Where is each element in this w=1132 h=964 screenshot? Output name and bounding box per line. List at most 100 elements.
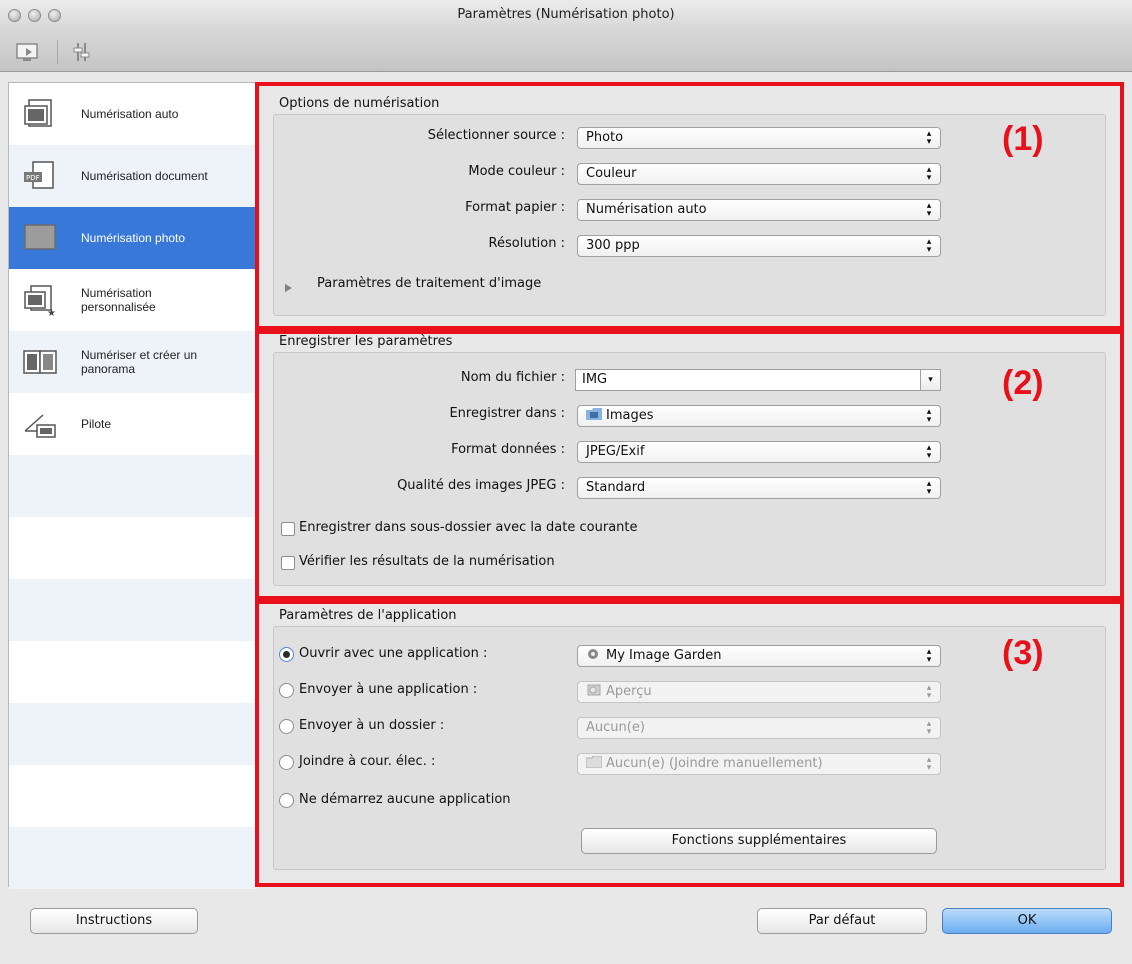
document-scan-icon: PDF xyxy=(24,161,54,189)
check-results-checkbox[interactable] xyxy=(281,556,295,570)
stepper-arrows-icon: ▴ ▾ xyxy=(926,201,932,219)
image-processing-toggle[interactable]: Paramètres de traitement d'image xyxy=(317,276,541,291)
send-to-app-select[interactable]: Aperçu ▴ ▾ xyxy=(577,681,941,703)
filename-value: IMG xyxy=(582,372,608,387)
preview-app-icon xyxy=(587,684,601,696)
no-app-label: Ne démarrez aucune application xyxy=(299,792,511,807)
window-title: Paramètres (Numérisation photo) xyxy=(457,7,675,22)
driver-icon xyxy=(24,414,56,438)
toolbar-separator xyxy=(57,40,58,64)
send-to-folder-radio[interactable] xyxy=(279,719,294,734)
auto-scan-icon xyxy=(24,99,52,127)
source-select[interactable]: Photo ▴ ▾ xyxy=(577,127,941,149)
section-marker-1: (1) xyxy=(1002,120,1044,158)
subfolder-checkbox[interactable] xyxy=(281,522,295,536)
stepper-arrows-icon: ▴ ▾ xyxy=(926,443,932,461)
filename-combobox[interactable]: IMG ▾ xyxy=(575,369,941,391)
section-marker-2: (2) xyxy=(1002,364,1044,402)
sidebar-item-label: Numérisation document xyxy=(81,169,208,183)
stepper-arrows-icon: ▴ ▾ xyxy=(926,129,932,147)
jpeg-quality-value: Standard xyxy=(586,480,646,495)
sidebar-item-label: Numérisation personnalisée xyxy=(81,286,156,314)
paper-size-select[interactable]: Numérisation auto ▴ ▾ xyxy=(577,199,941,221)
defaults-button[interactable]: Par défaut xyxy=(757,908,927,934)
sidebar-stripe xyxy=(9,455,256,517)
pictures-folder-icon xyxy=(586,408,602,420)
sidebar-stripe xyxy=(9,579,256,641)
instructions-button[interactable]: Instructions xyxy=(30,908,198,934)
chevron-down-icon[interactable]: ▾ xyxy=(920,370,940,390)
paper-size-label: Format papier : xyxy=(465,200,565,215)
color-mode-value: Couleur xyxy=(586,166,637,181)
my-image-garden-icon xyxy=(588,649,598,659)
disclosure-triangle-icon[interactable] xyxy=(285,284,292,292)
open-with-app-label: Ouvrir avec une application : xyxy=(299,646,488,661)
sidebar-stripe xyxy=(9,827,256,889)
filename-label: Nom du fichier : xyxy=(460,370,565,385)
check-results-label: Vérifier les résultats de la numérisatio… xyxy=(299,554,555,569)
ok-button[interactable]: OK xyxy=(942,908,1112,934)
color-mode-select[interactable]: Couleur ▴ ▾ xyxy=(577,163,941,185)
sidebar-item-document-scan[interactable]: PDF Numérisation document xyxy=(9,145,256,207)
stepper-arrows-icon: ▴ ▾ xyxy=(926,755,932,773)
stepper-arrows-icon: ▴ ▾ xyxy=(926,237,932,255)
title-bar: Paramètres (Numérisation photo) xyxy=(0,0,1132,30)
jpeg-quality-label: Qualité des images JPEG : xyxy=(397,478,565,493)
sidebar-item-photo-scan[interactable]: Numérisation photo xyxy=(9,207,256,269)
stepper-arrows-icon: ▴ ▾ xyxy=(926,479,932,497)
attach-email-value: Aucun(e) (Joindre manuellement) xyxy=(606,756,823,771)
no-app-radio[interactable] xyxy=(279,793,294,808)
scan-from-computer-icon xyxy=(16,43,38,61)
general-settings-tab[interactable] xyxy=(70,39,98,65)
resolution-label: Résolution : xyxy=(488,236,565,251)
photo-scan-icon xyxy=(24,224,56,250)
sidebar-item-label: Numériser et créer un panorama xyxy=(81,348,198,376)
sidebar-item-panorama-scan[interactable]: Numériser et créer un panorama xyxy=(9,331,256,393)
send-to-folder-value: Aucun(e) xyxy=(586,720,645,735)
attach-email-select[interactable]: Aucun(e) (Joindre manuellement) ▴ ▾ xyxy=(577,753,941,775)
attach-email-radio[interactable] xyxy=(279,755,294,770)
jpeg-quality-select[interactable]: Standard ▴ ▾ xyxy=(577,477,941,499)
more-functions-button[interactable]: Fonctions supplémentaires xyxy=(581,828,937,854)
subfolder-label: Enregistrer dans sous-dossier avec la da… xyxy=(299,520,638,535)
save-in-select[interactable]: Images ▴ ▾ xyxy=(577,405,941,427)
stepper-arrows-icon: ▴ ▾ xyxy=(926,407,932,425)
source-value: Photo xyxy=(586,130,624,145)
paper-size-value: Numérisation auto xyxy=(586,202,707,217)
panorama-scan-icon xyxy=(23,350,57,374)
open-with-app-radio[interactable] xyxy=(279,647,294,662)
general-settings-icon xyxy=(73,43,90,61)
sidebar-item-custom-scan[interactable]: ★ Numérisation personnalisée xyxy=(9,269,256,331)
scan-from-computer-tab[interactable] xyxy=(14,39,42,65)
sidebar-stripe xyxy=(9,703,256,765)
send-to-app-radio[interactable] xyxy=(279,683,294,698)
sidebar-item-label: Numérisation photo xyxy=(81,231,186,245)
stepper-arrows-icon: ▴ ▾ xyxy=(926,165,932,183)
folder-icon xyxy=(586,756,602,768)
sidebar-item-driver[interactable]: Pilote xyxy=(9,393,256,455)
stepper-arrows-icon: ▴ ▾ xyxy=(926,719,932,737)
sidebar-item-label: Numérisation auto xyxy=(81,107,179,121)
send-to-folder-select[interactable]: Aucun(e) ▴ ▾ xyxy=(577,717,941,739)
send-to-app-value: Aperçu xyxy=(606,684,652,699)
settings-panel: Options de numérisation (1) Sélectionner… xyxy=(255,82,1125,887)
open-with-app-select[interactable]: My Image Garden ▴ ▾ xyxy=(577,645,941,667)
data-format-value: JPEG/Exif xyxy=(586,444,645,459)
custom-scan-icon: ★ xyxy=(24,285,56,317)
save-in-value: Images xyxy=(606,408,654,423)
stepper-arrows-icon: ▴ ▾ xyxy=(926,683,932,701)
section-marker-3: (3) xyxy=(1002,634,1044,672)
toolbar xyxy=(0,30,1132,72)
scan-options-title: Options de numérisation xyxy=(279,96,440,111)
svg-text:★: ★ xyxy=(47,308,56,317)
sidebar-item-auto-scan[interactable]: Numérisation auto xyxy=(9,83,256,145)
resolution-value: 300 ppp xyxy=(586,238,640,253)
resolution-select[interactable]: 300 ppp ▴ ▾ xyxy=(577,235,941,257)
save-in-label: Enregistrer dans : xyxy=(449,406,565,421)
app-settings-title: Paramètres de l'application xyxy=(279,608,457,623)
attach-email-label: Joindre à cour. élec. : xyxy=(299,754,436,769)
source-label: Sélectionner source : xyxy=(427,128,565,143)
open-with-app-value: My Image Garden xyxy=(606,648,722,663)
scan-mode-sidebar: Numérisation auto PDF Numérisation docum… xyxy=(8,82,256,889)
data-format-select[interactable]: JPEG/Exif ▴ ▾ xyxy=(577,441,941,463)
